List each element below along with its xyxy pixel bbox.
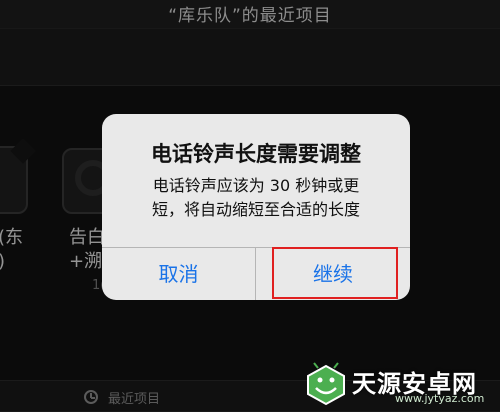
alert-title: 电话铃声长度需要调整 — [151, 142, 361, 166]
cancel-button[interactable]: 取消 — [102, 248, 255, 300]
watermark-url: www.jytyaz.com — [395, 392, 485, 405]
alert-message: 电话铃声应该为 30 秒钟或更 短，将自动缩短至合适的长度 — [151, 176, 360, 219]
watermark-logo-icon — [307, 362, 345, 406]
continue-highlight-box — [272, 247, 398, 299]
